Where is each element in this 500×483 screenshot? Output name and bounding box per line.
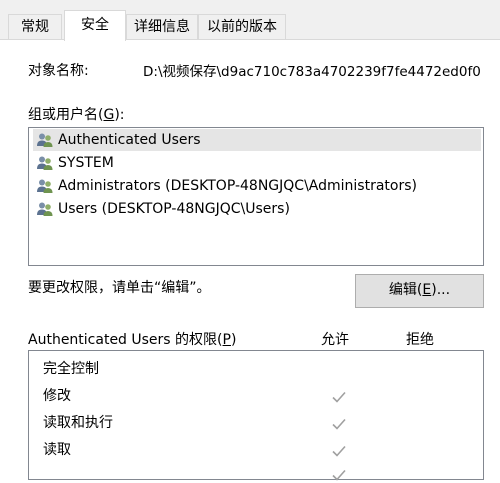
list-item-label: Authenticated Users <box>58 132 201 148</box>
list-item[interactable]: Authenticated Users <box>33 129 481 151</box>
users-icon <box>37 202 53 216</box>
list-item-label: SYSTEM <box>58 155 114 171</box>
users-icon <box>37 179 53 193</box>
permission-name: 完全控制 <box>43 361 99 377</box>
list-item-label: Administrators (DESKTOP-48NGJQC\Administ… <box>58 178 417 194</box>
groups-label-suffix: ): <box>114 107 125 123</box>
allow-check-icon <box>332 469 346 481</box>
users-icon <box>37 156 53 170</box>
groups-label-prefix: 组或用户名( <box>28 107 104 123</box>
allow-header: 允许 <box>321 332 349 348</box>
allow-check-icon <box>332 391 346 403</box>
list-item[interactable]: Administrators (DESKTOP-48NGJQC\Administ… <box>33 175 417 197</box>
tab-previous-versions[interactable]: 以前的版本 <box>198 14 286 39</box>
list-item-label: Users (DESKTOP-48NGJQC\Users) <box>58 201 290 217</box>
permission-name: 读取 <box>43 442 71 458</box>
permission-name: 读取和执行 <box>43 415 113 431</box>
edit-button-accesskey: E <box>422 282 432 298</box>
permissions-title-suffix: ) <box>230 332 237 348</box>
groups-label: 组或用户名(G): <box>28 104 125 124</box>
permission-row: 读取和执行 <box>43 410 113 436</box>
groups-listbox[interactable]: Authenticated Users SYSTEM Administrator… <box>28 127 484 266</box>
permission-row: 修改 <box>43 383 71 409</box>
tab-details[interactable]: 详细信息 <box>126 14 198 39</box>
users-icon <box>37 133 53 147</box>
permission-row: 完全控制 <box>43 356 99 382</box>
edit-button-suffix: )... <box>431 282 451 298</box>
edit-button-prefix: 编辑( <box>388 282 423 298</box>
permission-name: 修改 <box>43 388 71 404</box>
allow-check-icon <box>332 445 346 457</box>
permission-row: 读取 <box>43 437 71 463</box>
permissions-listbox[interactable]: 完全控制 修改 读取和执行 读取 <box>28 350 484 481</box>
permissions-title-accesskey: P <box>222 332 231 348</box>
edit-button[interactable]: 编辑(E)... <box>355 274 484 308</box>
groups-label-accesskey: G <box>103 107 115 123</box>
tab-bar: 常规 安全 详细信息 以前的版本 <box>0 0 500 41</box>
permissions-title: Authenticated Users 的权限(P) <box>28 329 236 349</box>
permissions-title-prefix: Authenticated Users 的权限( <box>28 332 223 348</box>
change-permissions-hint: 要更改权限，请单击“编辑”。 <box>28 280 211 296</box>
object-name-label: 对象名称: <box>28 63 89 79</box>
list-item[interactable]: Users (DESKTOP-48NGJQC\Users) <box>33 198 290 220</box>
tab-security[interactable]: 安全 <box>64 10 126 41</box>
object-name-value: D:\视频保存\d9ac710c783a4702239f7fe4472ed0f0 <box>143 64 481 80</box>
deny-header: 拒绝 <box>406 332 434 348</box>
allow-check-icon <box>332 418 346 430</box>
tab-general[interactable]: 常规 <box>8 14 62 39</box>
list-item[interactable]: SYSTEM <box>33 152 114 174</box>
